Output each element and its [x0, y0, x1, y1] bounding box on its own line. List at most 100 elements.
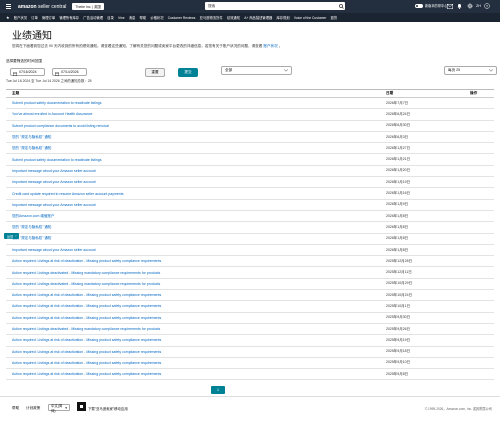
copyright: © 1999-2026，Amazon.com, Inc. 或其附属公司: [424, 407, 492, 411]
footer-help-link[interactable]: 帮助: [12, 406, 19, 411]
nav-item[interactable]: 管理所有库存: [59, 15, 79, 20]
footer-language-value: 中文(简体): [51, 403, 63, 413]
notification-subject-link[interactable]: Action required: Listings at risk of dea…: [6, 338, 386, 342]
notification-subject-link[interactable]: Action required: Listings at risk of dea…: [6, 350, 386, 354]
notification-date: 2026年1月19日: [386, 179, 411, 184]
table-row: Action required: Listings deactivated - …: [6, 267, 494, 279]
notification-type-value: 全部: [225, 68, 233, 72]
table-row: You've almost enrolled in Account Health…: [6, 109, 494, 121]
logo-text: amazon: [18, 3, 37, 10]
nav-item[interactable]: 管理订单: [42, 15, 55, 20]
notification-subject-link[interactable]: 您的 "规定与隐私权" 通知: [6, 135, 386, 140]
notification-subject-link[interactable]: Action required: Listings at risk of dea…: [6, 361, 386, 365]
footer-language-select[interactable]: 中文(简体) ▾: [48, 403, 70, 413]
mail-icon[interactable]: [446, 2, 453, 10]
notification-subject-link[interactable]: Action required: Listings at risk of dea…: [6, 304, 386, 308]
help-icon[interactable]: ?: [484, 2, 491, 10]
table-row: Credit card update required to resume Am…: [6, 188, 494, 200]
notification-date: 2026年1月8日: [386, 247, 409, 252]
bookmark-star-icon[interactable]: ★: [6, 15, 10, 20]
notification-date: 2025年9月30日: [386, 315, 411, 320]
notification-subject-link[interactable]: Important message about your Amazon sell…: [6, 203, 386, 207]
table-row: Important message about your Amazon sell…: [6, 200, 494, 211]
nav-item[interactable]: 消息: [129, 15, 136, 20]
notification-subject-link[interactable]: Important message about your Amazon sell…: [6, 248, 386, 252]
date-range-summary: Tue Jul 16 2024 至 Tue Jul 14 2026 之间的通知总…: [6, 79, 92, 83]
notification-date: 2025年10月29日: [386, 281, 413, 286]
gear-icon[interactable]: [466, 2, 473, 10]
submit-button[interactable]: 提交: [178, 68, 198, 77]
search-icon[interactable]: [337, 2, 345, 10]
notification-subject-link[interactable]: Action required: Listings at risk of dea…: [6, 259, 386, 263]
notification-date: 2025年9月8日: [386, 371, 409, 376]
per-page-value: 每页 25: [448, 68, 461, 72]
notification-subject-link[interactable]: Action required: Listings at risk of dea…: [6, 372, 386, 376]
table-row: Action required: Listings at risk of dea…: [6, 369, 494, 381]
notification-subject-link[interactable]: Credit card update required to resume Am…: [6, 192, 386, 196]
nav-item[interactable]: 广告活动管理: [83, 15, 103, 20]
notification-subject-link[interactable]: 您的 "规定与隐私权" 通知: [6, 225, 386, 230]
notification-subject-link[interactable]: Submit product compliance documents to a…: [6, 124, 386, 128]
bell-icon[interactable]: [456, 2, 463, 10]
store-selector[interactable]: Thebe Inc. | 英国: [72, 3, 104, 10]
date-to-field[interactable]: 07/14/2026: [52, 68, 87, 76]
nav-item[interactable]: 亚马逊物流货件: [200, 15, 223, 20]
notification-date: 2026年6月24日: [386, 111, 411, 116]
notification-subject-link[interactable]: You've almost enrolled in Account Health…: [6, 112, 386, 116]
notification-subject-link[interactable]: Important message about your Amazon sell…: [6, 169, 386, 173]
table-row: Action required: Listings deactivated - …: [6, 324, 494, 336]
nav-item[interactable]: A+ 商品描述管理器: [244, 15, 272, 20]
amazon-seller-central-logo[interactable]: amazon seller central: [18, 4, 66, 10]
nav-item[interactable]: Customer Reviews: [168, 16, 196, 20]
toggle-switch[interactable]: [415, 3, 423, 8]
intro-body: 您将在下面看到您过去 90 天内收到的所有的绩效通知。请查看这些通知，了解有关您…: [12, 44, 263, 48]
notification-subject-link[interactable]: 您的 "规定与隐私权" 通知: [6, 236, 386, 241]
per-page-select[interactable]: 每页 25: [444, 66, 497, 75]
nav-item[interactable]: 退货: [331, 15, 338, 20]
new-help-toggle[interactable]: 新版本的帮中心: [415, 3, 447, 8]
notification-subject-link[interactable]: 您的Amazon.com 增值账户: [6, 214, 386, 219]
notification-subject-link[interactable]: Submit product safety documentation to r…: [6, 158, 386, 162]
notification-type-select[interactable]: 全部: [221, 66, 292, 75]
nav-item[interactable]: 帮助: [140, 15, 147, 20]
hamburger-menu-icon[interactable]: [3, 0, 13, 13]
table-row: Action required: Listings at risk of dea…: [6, 347, 494, 358]
feedback-button[interactable]: 反馈 ›: [4, 233, 20, 239]
nav-item[interactable]: Voice of the Customer: [294, 16, 326, 20]
notification-date: 2026年6月30日: [386, 123, 411, 128]
footer-policy-link[interactable]: 计划政策: [26, 406, 40, 411]
header-subject: 主题: [12, 91, 20, 95]
account-health-link[interactable]: 账户状况: [263, 44, 277, 48]
date-to-value: 07/14/2026: [61, 70, 79, 74]
search-input[interactable]: 搜索: [205, 2, 345, 10]
notification-subject-link[interactable]: Action required: Listings deactivated - …: [6, 327, 386, 331]
notification-subject-link[interactable]: Submit product safety documentation to r…: [6, 101, 386, 105]
notification-subject-link[interactable]: Important message about your Amazon sell…: [6, 180, 386, 184]
nav-item[interactable]: Vine: [118, 16, 125, 20]
notification-subject-link[interactable]: Action required: Listings at risk of dea…: [6, 293, 386, 297]
nav-item[interactable]: 账户状况: [14, 15, 27, 20]
reset-button[interactable]: 重置: [145, 68, 165, 77]
notification-subject-link[interactable]: 您的 "规定与隐私权" 通知: [6, 146, 386, 151]
notification-subject-link[interactable]: Action required: Listings deactivated - …: [6, 271, 386, 275]
nav-item[interactable]: 绩效通知: [227, 15, 240, 20]
nav-item[interactable]: 库存规划: [277, 15, 290, 20]
table-row: Submit product safety documentation to r…: [6, 154, 494, 166]
notification-subject-link[interactable]: Action required: Listings at risk of dea…: [6, 316, 386, 320]
table-row: 您的Amazon.com 增值账户 2026年1月8日: [6, 211, 494, 223]
notification-date: 2025年9月19日: [386, 337, 411, 342]
nav-item[interactable]: 目录: [107, 15, 114, 20]
notification-subject-link[interactable]: Action required: Listings deactivated - …: [6, 282, 386, 286]
date-from-field[interactable]: 07/16/2024: [10, 68, 45, 76]
nav-item[interactable]: 订单: [31, 15, 38, 20]
notification-date: 2026年1月9日: [386, 202, 409, 207]
pagination-page-button[interactable]: 1: [211, 386, 225, 394]
nav-item[interactable]: 价格状况: [150, 15, 163, 20]
notification-date: 2026年1月8日: [386, 213, 409, 218]
language-selector[interactable]: ZH: [476, 4, 481, 8]
table-row: 您的 "规定与隐私权" 通知 2026年6月3日: [6, 132, 494, 144]
notification-date: 2026年1月16日: [386, 191, 411, 196]
mobile-app-link[interactable]: 下载"亚马逊卖家"移动应用: [88, 406, 128, 411]
intro-end: 。: [278, 44, 283, 48]
notification-date: 2025年10月1日: [386, 303, 411, 308]
